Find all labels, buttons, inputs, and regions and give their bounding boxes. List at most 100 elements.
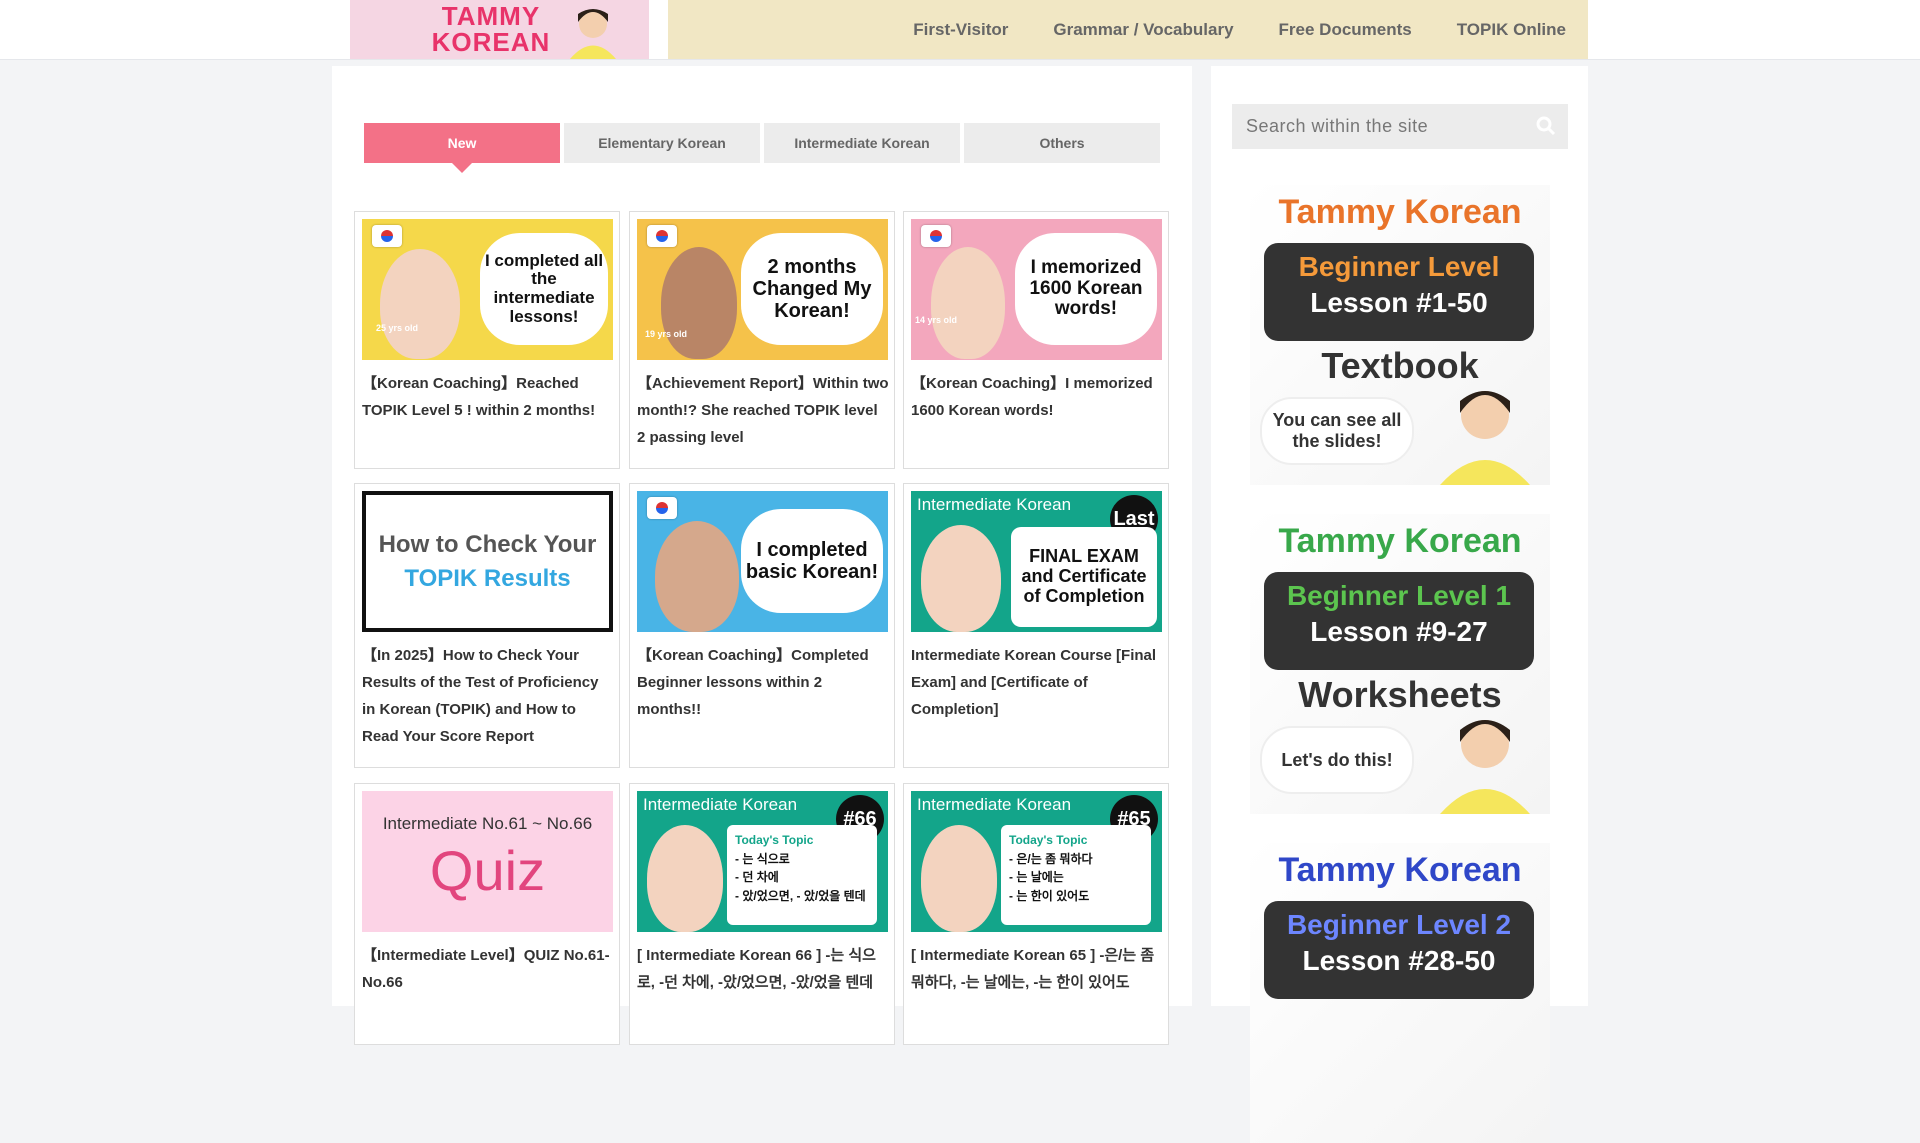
thumbnail-caption-highlight: TOPIK Results xyxy=(404,564,571,592)
topic-item: - 는 식으로 xyxy=(735,851,790,866)
article-thumbnail: Intermediate Korean Last FINAL EXAM and … xyxy=(911,491,1162,632)
logo-person-image xyxy=(570,9,616,59)
main-content: New Elementary Korean Intermediate Korea… xyxy=(332,66,1192,1045)
tab-others[interactable]: Others xyxy=(964,123,1160,163)
article-title[interactable]: 【Korean Coaching】I memorized 1600 Korean… xyxy=(911,370,1164,424)
nav-grammar-vocabulary[interactable]: Grammar / Vocabulary xyxy=(1053,20,1233,40)
banner-person-image xyxy=(1440,720,1530,814)
article-card[interactable]: I completed all the intermediate lessons… xyxy=(354,211,620,469)
korea-flag-icon xyxy=(647,497,677,519)
article-title[interactable]: [ Intermediate Korean 66 ] -는 식으로, -던 차에… xyxy=(637,942,890,996)
article-title[interactable]: 【Korean Coaching】Reached TOPIK Level 5 !… xyxy=(362,370,615,424)
worksheets-banner[interactable]: Tammy Korean Beginner Level 1 Lesson #9-… xyxy=(1250,514,1550,814)
search-input[interactable] xyxy=(1244,115,1528,138)
person-image xyxy=(655,521,739,632)
article-thumbnail: Intermediate Korean #65 Today's Topic - … xyxy=(911,791,1162,932)
banner-level-box: Beginner Level Lesson #1-50 xyxy=(1264,243,1534,341)
topic-item: - 았/었으면, - 았/었을 텐데 xyxy=(735,888,866,903)
tab-elementary-korean[interactable]: Elementary Korean xyxy=(564,123,760,163)
article-thumbnail: Intermediate No.61 ~ No.66 Quiz xyxy=(362,791,613,932)
banner-level-box: Beginner Level 1 Lesson #9-27 xyxy=(1264,572,1534,670)
person-image xyxy=(647,825,723,932)
thumbnail-heading: Intermediate Korean xyxy=(917,495,1072,514)
topic-item: - 는 한이 있어도 xyxy=(1009,888,1090,903)
article-card[interactable]: Intermediate Korean Last FINAL EXAM and … xyxy=(903,483,1169,768)
site-header: TAMMY KOREAN First-Visitor Grammar / Voca… xyxy=(0,0,1920,60)
age-label: 19 yrs old xyxy=(645,329,688,339)
banner-level-box: Beginner Level 2 Lesson #28-50 xyxy=(1264,901,1534,999)
main-nav: First-Visitor Grammar / Vocabulary Free … xyxy=(668,0,1588,59)
nav-topik-online[interactable]: TOPIK Online xyxy=(1457,20,1566,40)
topic-box: Today's Topic - 은/는 좀 뭐하다 - 는 날에는 - 는 한이… xyxy=(1001,825,1151,925)
nav-first-visitor[interactable]: First-Visitor xyxy=(913,20,1008,40)
thumbnail-caption: FINAL EXAM and Certificate of Completion xyxy=(1011,527,1157,627)
banner-lessons: Lesson #1-50 xyxy=(1310,287,1488,318)
korea-flag-icon xyxy=(647,225,677,247)
banner-level: Beginner Level xyxy=(1298,251,1500,282)
thumbnail-caption: 2 months Changed My Korean! xyxy=(741,233,883,345)
thumbnail-heading: Intermediate No.61 ~ No.66 xyxy=(382,813,593,833)
article-title[interactable]: [ Intermediate Korean 65 ] -은/는 좀 뭐하다, -… xyxy=(911,942,1164,996)
topic-item: - 던 차에 xyxy=(735,870,779,885)
topic-label: Today's Topic xyxy=(735,833,814,847)
article-card[interactable]: I completed basic Korean! 【Korean Coachi… xyxy=(629,483,895,768)
thumbnail-caption: Quiz xyxy=(429,839,546,903)
search-icon[interactable] xyxy=(1536,116,1556,136)
article-card[interactable]: Intermediate No.61 ~ No.66 Quiz 【Interme… xyxy=(354,783,620,1045)
article-thumbnail: 2 months Changed My Korean! 19 yrs old xyxy=(637,219,888,360)
thumbnail-caption: I completed all the intermediate lessons… xyxy=(480,233,608,345)
person-image xyxy=(921,825,997,932)
article-card[interactable]: Intermediate Korean #65 Today's Topic - … xyxy=(903,783,1169,1045)
topic-box: Today's Topic - 는 식으로 - 던 차에 - 았/었으면, - … xyxy=(727,825,877,925)
topic-item: - 은/는 좀 뭐하다 xyxy=(1009,851,1093,866)
tab-new[interactable]: New xyxy=(364,123,560,173)
category-tabs: New Elementary Korean Intermediate Korea… xyxy=(364,123,1160,173)
article-title[interactable]: 【Intermediate Level】QUIZ No.61-No.66 xyxy=(362,942,615,996)
article-card[interactable]: I memorized 1600 Korean words! 14 yrs ol… xyxy=(903,211,1169,469)
banner-lessons: Lesson #9-27 xyxy=(1310,616,1488,647)
person-image xyxy=(931,247,1005,359)
korea-flag-icon xyxy=(921,225,951,247)
age-label: 14 yrs old xyxy=(915,315,958,325)
article-title[interactable]: Intermediate Korean Course [Final Exam] … xyxy=(911,642,1164,723)
banner-level: Beginner Level 1 xyxy=(1286,580,1512,611)
nav-free-documents[interactable]: Free Documents xyxy=(1279,20,1412,40)
age-label: 25 yrs old xyxy=(376,323,419,333)
article-title[interactable]: 【Korean Coaching】Completed Beginner less… xyxy=(637,642,890,723)
topic-label: Today's Topic xyxy=(1009,833,1088,847)
person-image xyxy=(380,249,460,359)
article-thumbnail: I memorized 1600 Korean words! 14 yrs ol… xyxy=(911,219,1162,360)
thumbnail-caption: I memorized 1600 Korean words! xyxy=(1015,233,1157,345)
beginner-level-2-banner[interactable]: Tammy Korean Beginner Level 2 Lesson #28… xyxy=(1250,843,1550,1143)
banner-brand: Tammy Korean xyxy=(1278,851,1522,889)
banner-person-image xyxy=(1440,391,1530,485)
person-image xyxy=(661,247,737,359)
banner-brand: Tammy Korean xyxy=(1278,522,1522,560)
article-thumbnail: I completed basic Korean! xyxy=(637,491,888,632)
tab-intermediate-korean[interactable]: Intermediate Korean xyxy=(764,123,960,163)
banner-brand: Tammy Korean xyxy=(1278,193,1522,231)
article-card[interactable]: How to Check Your TOPIK Results 【In 2025… xyxy=(354,483,620,768)
article-thumbnail: How to Check Your TOPIK Results xyxy=(362,491,613,632)
thumbnail-heading: Intermediate Korean xyxy=(643,795,798,814)
article-thumbnail: I completed all the intermediate lessons… xyxy=(362,219,613,360)
banner-bubble: You can see all the slides! xyxy=(1260,397,1414,465)
article-title[interactable]: 【In 2025】How to Check Your Results of th… xyxy=(362,642,615,750)
article-title[interactable]: 【Achievement Report】Within two month!? S… xyxy=(637,370,890,451)
banner-lessons: Lesson #28-50 xyxy=(1302,945,1496,976)
banner-bubble: Let's do this! xyxy=(1260,726,1414,794)
thumbnail-heading: Intermediate Korean xyxy=(917,795,1072,814)
article-thumbnail: Intermediate Korean #66 Today's Topic - … xyxy=(637,791,888,932)
article-card[interactable]: 2 months Changed My Korean! 19 yrs old 【… xyxy=(629,211,895,469)
thumbnail-caption: I completed basic Korean! xyxy=(741,509,883,613)
topic-item: - 는 날에는 xyxy=(1009,870,1064,885)
article-card[interactable]: Intermediate Korean #66 Today's Topic - … xyxy=(629,783,895,1045)
site-logo[interactable]: TAMMY KOREAN xyxy=(350,0,649,59)
site-search xyxy=(1232,104,1568,149)
sidebar: Tammy Korean Beginner Level Lesson #1-50… xyxy=(1211,66,1588,1143)
banner-level: Beginner Level 2 xyxy=(1286,909,1512,940)
thumbnail-caption: How to Check Your xyxy=(378,530,597,558)
person-image xyxy=(921,525,1001,632)
logo-text: TAMMY KOREAN xyxy=(431,1,551,57)
textbook-banner[interactable]: Tammy Korean Beginner Level Lesson #1-50… xyxy=(1250,185,1550,485)
